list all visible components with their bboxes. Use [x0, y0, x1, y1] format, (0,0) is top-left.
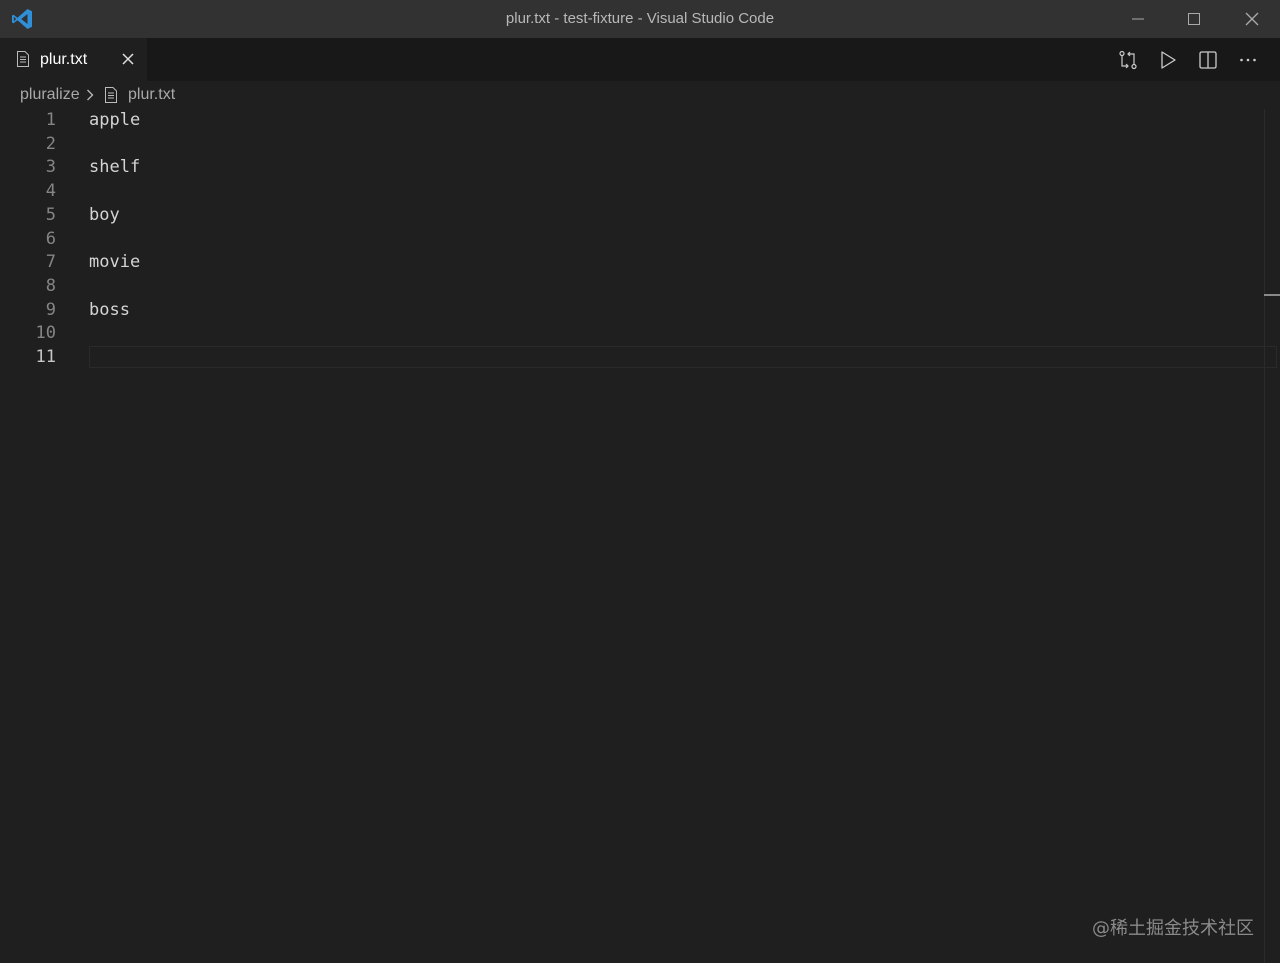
line-number: 5	[45, 204, 56, 225]
editor-area[interactable]: 1 2 3 4 5 6 7 8 9 10 11 apple shelf boy …	[0, 109, 1280, 963]
line-number: 4	[45, 181, 56, 202]
close-icon	[1245, 12, 1259, 26]
watermark: @稀土掘金技术社区	[1092, 918, 1254, 939]
breadcrumb-file[interactable]: plur.txt	[128, 86, 175, 104]
close-window-button[interactable]	[1224, 0, 1280, 38]
line-number-gutter: 1 2 3 4 5 6 7 8 9 10 11	[0, 109, 62, 963]
tab-plur-txt[interactable]: plur.txt	[0, 38, 147, 81]
maximize-button[interactable]	[1166, 0, 1222, 38]
line-number: 6	[45, 228, 56, 249]
chevron-right-icon	[87, 89, 94, 101]
code-line[interactable]: boy	[89, 204, 120, 228]
run-button[interactable]	[1155, 47, 1181, 73]
breadcrumb: pluralize plur.txt	[0, 81, 1280, 109]
line-number: 2	[45, 133, 56, 154]
vscode-window: plur.txt - test-fixture - Visual Studio …	[0, 0, 1280, 963]
compare-changes-icon	[1119, 50, 1137, 70]
file-text-icon	[105, 87, 117, 103]
vertical-scrollbar[interactable]	[1264, 109, 1280, 963]
line-number: 1	[45, 110, 56, 130]
current-line-highlight	[89, 346, 1277, 368]
code-line[interactable]: shelf	[89, 156, 140, 180]
line-number: 8	[45, 275, 56, 296]
code-line[interactable]: apple	[89, 109, 140, 133]
more-actions-button[interactable]	[1235, 47, 1261, 73]
window-title: plur.txt - test-fixture - Visual Studio …	[505, 10, 775, 27]
line-number: 10	[35, 323, 56, 344]
breadcrumb-folder[interactable]: pluralize	[20, 86, 80, 104]
line-number: 3	[45, 157, 56, 178]
minimize-icon	[1132, 18, 1144, 20]
run-icon	[1161, 51, 1176, 69]
close-tab-icon[interactable]	[118, 49, 138, 69]
title-bar: plur.txt - test-fixture - Visual Studio …	[0, 0, 1280, 38]
line-number: 7	[45, 252, 56, 273]
minimize-button[interactable]	[1110, 0, 1166, 38]
open-changes-button[interactable]	[1115, 47, 1141, 73]
line-number-current: 11	[35, 347, 56, 367]
split-editor-button[interactable]	[1195, 47, 1221, 73]
more-actions-icon	[1240, 58, 1256, 62]
tab-label: plur.txt	[40, 51, 88, 68]
file-text-icon	[17, 51, 29, 67]
code-line[interactable]: boss	[89, 299, 130, 323]
code-line[interactable]: movie	[89, 251, 140, 275]
line-number: 9	[45, 299, 56, 320]
tab-strip: plur.txt	[0, 38, 1280, 81]
scroll-position-indicator	[1264, 294, 1280, 296]
maximize-icon	[1188, 13, 1200, 25]
split-editor-icon	[1199, 51, 1217, 69]
